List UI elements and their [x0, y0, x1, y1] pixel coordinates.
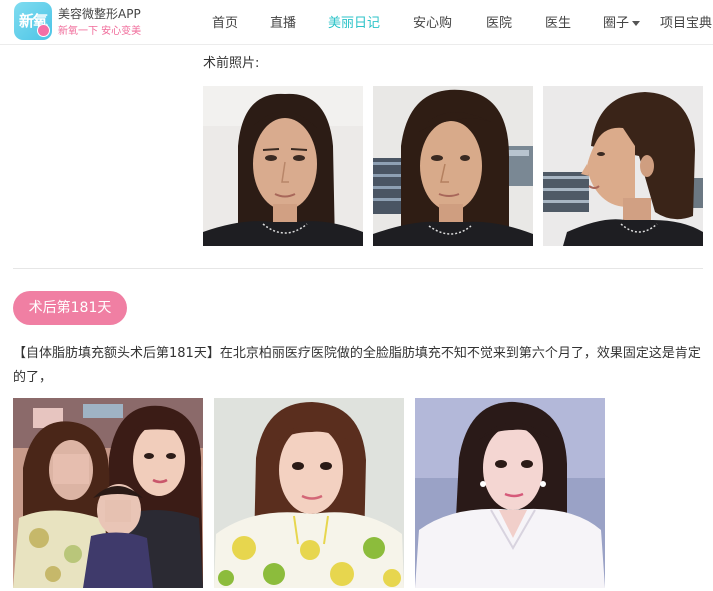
- app-name[interactable]: 美容微整形APP: [58, 5, 141, 22]
- before-photos-label: 术前照片:: [203, 56, 260, 71]
- nav-item-project-guide[interactable]: 项目宝典: [660, 12, 712, 31]
- after-photo-group[interactable]: [13, 398, 203, 588]
- nav-item-beauty-diary[interactable]: 美丽日记: [328, 12, 380, 31]
- after-photo-group-image: [13, 398, 203, 588]
- section-divider: [13, 268, 703, 269]
- before-photo-front[interactable]: [203, 86, 363, 246]
- before-photo-front-image: [203, 86, 363, 246]
- day-badge: 术后第181天: [13, 291, 127, 325]
- before-photo-profile-image: [543, 86, 703, 246]
- nav-item-circle-label: 圈子: [603, 16, 630, 31]
- chevron-down-icon: [632, 21, 641, 26]
- after-photo-lemon-hoodie[interactable]: [214, 398, 404, 588]
- after-photo-white-shirt-image: [415, 398, 605, 588]
- logo-badge-icon: [37, 24, 50, 37]
- nav-item-home[interactable]: 首页: [212, 12, 238, 31]
- before-photo-three-quarter[interactable]: [373, 86, 533, 246]
- before-photo-three-quarter-image: [373, 86, 533, 246]
- nav-item-hospital[interactable]: 医院: [486, 12, 512, 31]
- post-text: 【自体脂肪填充额头术后第181天】在北京柏丽医疗医院做的全脸脂肪填充不知不觉来到…: [13, 346, 701, 385]
- before-photo-profile[interactable]: [543, 86, 703, 246]
- top-header: 新氧 美容微整形APP 新氧一下 安心变美 首页 直播 美丽日记 安心购 医院 …: [0, 0, 713, 45]
- nav-item-doctor[interactable]: 医生: [545, 12, 571, 31]
- after-photo-white-shirt[interactable]: [415, 398, 605, 588]
- nav-item-secure-shop[interactable]: 安心购: [413, 12, 452, 31]
- nav-item-circle[interactable]: 圈子: [603, 12, 641, 31]
- app-logo-icon[interactable]: 新氧: [14, 2, 52, 40]
- nav-item-live[interactable]: 直播: [270, 12, 296, 31]
- app-slogan: 新氧一下 安心变美: [58, 26, 142, 37]
- after-photo-lemon-hoodie-image: [214, 398, 404, 588]
